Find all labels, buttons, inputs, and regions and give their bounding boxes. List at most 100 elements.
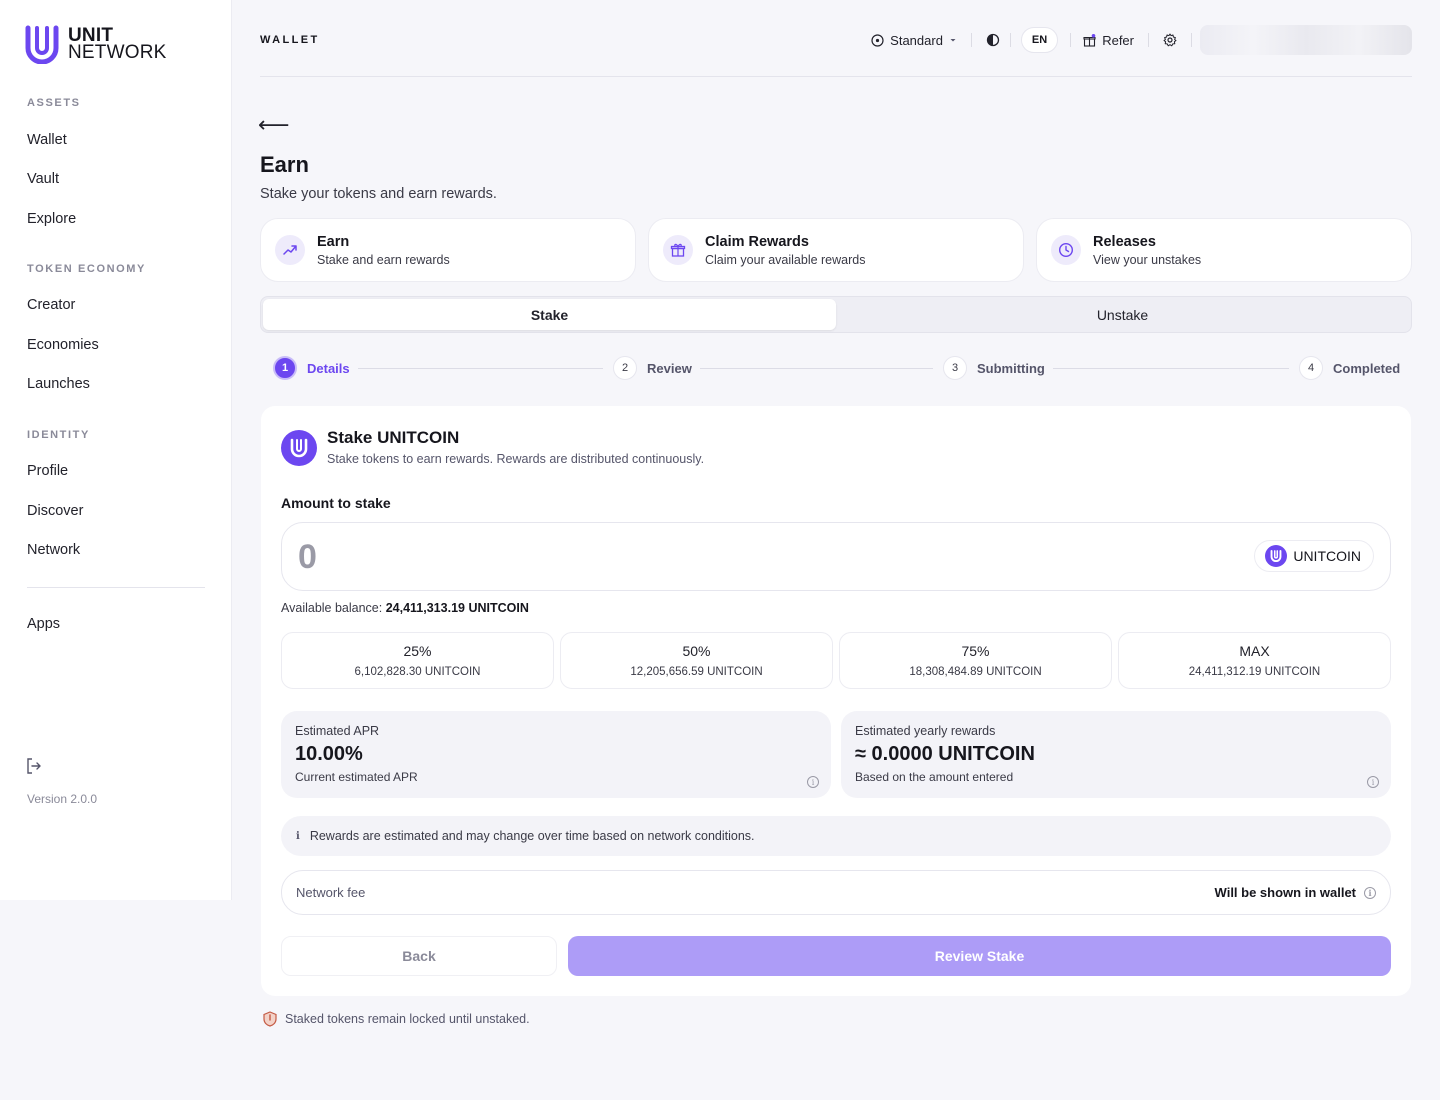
stake-tabs: Stake Unstake xyxy=(260,296,1412,333)
progress-stepper: 1 Details 2 Review 3 Submitting 4 Comple… xyxy=(273,356,1401,380)
card-title: Claim Rewards xyxy=(705,233,809,250)
card-subtitle: Claim your available rewards xyxy=(705,252,866,267)
unitcoin-logo-icon xyxy=(281,430,317,466)
apr-sub: Current estimated APR xyxy=(295,770,418,784)
stake-panel: Stake UNITCOIN Stake tokens to earn rewa… xyxy=(261,406,1411,996)
brand-logo[interactable]: UNIT NETWORK xyxy=(24,24,167,64)
header-separator xyxy=(1070,33,1072,47)
card-title: Earn xyxy=(317,233,350,250)
sidebar-item-network[interactable]: Network xyxy=(27,542,80,558)
card-subtitle: View your unstakes xyxy=(1093,252,1202,267)
sidebar-item-discover[interactable]: Discover xyxy=(27,503,83,519)
header-separator xyxy=(1148,33,1149,47)
card-claim-rewards[interactable]: Claim Rewards Claim your available rewar… xyxy=(648,218,1024,282)
sidebar-item-vault[interactable]: Vault xyxy=(27,171,59,187)
apr-label: Estimated APR xyxy=(295,724,380,738)
tab-stake[interactable]: Stake xyxy=(263,299,836,330)
step-details: 1 Details xyxy=(273,356,358,380)
unit-logo-icon xyxy=(25,25,59,64)
available-balance: Available balance: 24,411,313.19 UNITCOI… xyxy=(281,601,529,615)
page-title: Earn xyxy=(260,152,309,177)
header-title: WALLET xyxy=(260,34,320,46)
theme-toggle-icon[interactable] xyxy=(986,33,1000,47)
preset-label: 75% xyxy=(961,643,990,659)
stake-subtitle: Stake tokens to earn rewards. Rewards ar… xyxy=(327,452,705,466)
header-divider xyxy=(260,76,1412,77)
yearly-label: Estimated yearly rewards xyxy=(855,724,996,738)
mode-icon xyxy=(871,33,884,47)
clock-icon xyxy=(1051,235,1081,265)
sidebar-item-explore[interactable]: Explore xyxy=(27,211,76,227)
apr-value: 10.00% xyxy=(295,743,363,765)
footer-note-text: Staked tokens remain locked until unstak… xyxy=(285,1012,530,1026)
token-name: UNITCOIN xyxy=(1293,548,1361,564)
account-info-blurred[interactable] xyxy=(1200,25,1412,55)
step-number: 1 xyxy=(273,356,297,380)
preset-25-button[interactable]: 25% 6,102,828.30 UNITCOIN xyxy=(281,632,554,689)
language-button[interactable]: EN xyxy=(1020,27,1059,53)
preset-value: 24,411,312.19 UNITCOIN xyxy=(1188,666,1321,678)
footer-note: Staked tokens remain locked until unstak… xyxy=(263,1011,530,1027)
header-separator xyxy=(1009,33,1011,47)
tab-unstake[interactable]: Unstake xyxy=(836,299,1409,330)
section-title-token-economy: TOKEN ECONOMY xyxy=(27,263,146,275)
logout-icon[interactable] xyxy=(25,757,43,775)
preset-75-button[interactable]: 75% 18,308,484.89 UNITCOIN xyxy=(839,632,1112,689)
review-stake-button[interactable]: Review Stake xyxy=(568,936,1391,976)
sidebar-item-creator[interactable]: Creator xyxy=(27,297,75,313)
step-review: 2 Review xyxy=(607,356,700,380)
refer-button[interactable]: Refer xyxy=(1083,33,1134,48)
step-connector xyxy=(353,368,603,369)
info-icon[interactable]: i xyxy=(1364,886,1376,899)
card-releases[interactable]: Releases View your unstakes xyxy=(1036,218,1412,282)
feature-cards: Earn Stake and earn rewards Claim Reward… xyxy=(260,218,1412,282)
info-icon[interactable]: i xyxy=(1367,776,1379,788)
sidebar-item-launches[interactable]: Launches xyxy=(27,376,90,392)
preset-label: 25% xyxy=(403,643,432,659)
amount-input[interactable] xyxy=(298,535,1098,579)
step-submitting: 3 Submitting xyxy=(937,356,1053,380)
token-selector[interactable]: UNITCOIN xyxy=(1254,540,1374,572)
step-number: 3 xyxy=(943,356,967,380)
gift-icon xyxy=(663,235,693,265)
section-title-assets: ASSETS xyxy=(27,97,81,109)
trending-up-icon xyxy=(275,235,305,265)
preset-value: 6,102,828.30 UNITCOIN xyxy=(354,666,481,678)
shield-icon xyxy=(263,1011,277,1027)
amount-field: UNITCOIN xyxy=(281,522,1391,591)
fee-label: Network fee xyxy=(296,885,366,900)
amount-label: Amount to stake xyxy=(281,495,391,511)
back-arrow-icon[interactable]: ⟵ xyxy=(258,112,290,138)
step-number: 4 xyxy=(1299,356,1323,380)
gear-icon[interactable] xyxy=(1163,33,1177,47)
header-toolbar: Standard EN Refer xyxy=(871,25,1412,55)
yearly-value: ≈ 0.0000 UNITCOIN xyxy=(855,743,1035,765)
card-earn[interactable]: Earn Stake and earn rewards xyxy=(260,218,636,282)
mode-label: Standard xyxy=(890,32,943,48)
preset-value: 18,308,484.89 UNITCOIN xyxy=(909,666,1042,678)
fee-value-group: Will be shown in wallet i xyxy=(1215,885,1376,900)
sidebar-item-profile[interactable]: Profile xyxy=(27,463,68,479)
step-completed: 4 Completed xyxy=(1293,356,1401,380)
version-label: Version 2.0.0 xyxy=(27,792,98,806)
sidebar-divider xyxy=(27,587,205,588)
balance-value: 24,411,313.19 UNITCOIN xyxy=(385,601,529,615)
mode-selector[interactable]: Standard xyxy=(871,33,957,48)
card-title: Releases xyxy=(1093,233,1156,250)
preset-max-button[interactable]: MAX 24,411,312.19 UNITCOIN xyxy=(1118,632,1391,689)
step-label: Completed xyxy=(1333,360,1401,376)
sidebar-item-apps[interactable]: Apps xyxy=(27,616,60,632)
sidebar-item-economies[interactable]: Economies xyxy=(27,337,99,353)
apr-card: Estimated APR 10.00% Current estimated A… xyxy=(281,711,831,798)
gift-icon xyxy=(1083,33,1096,47)
notice-text: Rewards are estimated and may change ove… xyxy=(309,829,755,843)
back-button[interactable]: Back xyxy=(281,936,557,976)
balance-label: Available balance: xyxy=(281,601,383,615)
sidebar-item-wallet[interactable]: Wallet xyxy=(27,132,67,148)
step-connector xyxy=(693,368,933,369)
sidebar: UNIT NETWORK ASSETS Wallet Vault Explore… xyxy=(0,0,232,900)
header-separator xyxy=(1191,33,1192,47)
step-label: Details xyxy=(307,360,350,376)
info-icon[interactable]: i xyxy=(807,776,819,788)
preset-50-button[interactable]: 50% 12,205,656.59 UNITCOIN xyxy=(560,632,833,689)
